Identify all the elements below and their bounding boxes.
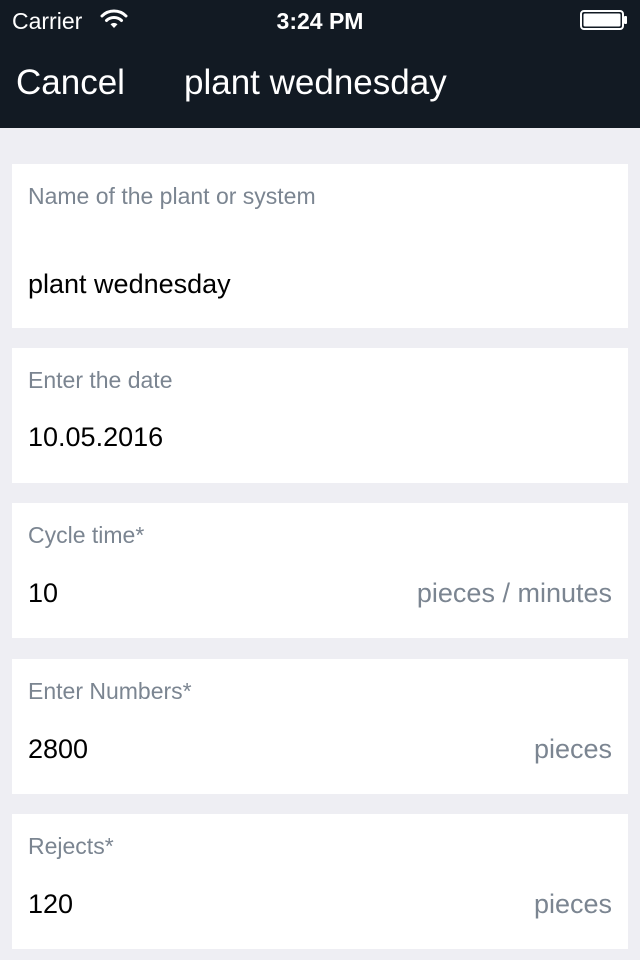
header: Carrier 3:24 PM Cancel plant wednesday bbox=[0, 0, 640, 128]
date-label: Enter the date bbox=[28, 367, 173, 393]
battery-icon bbox=[580, 10, 627, 30]
status-bar: Carrier 3:24 PM bbox=[0, 0, 640, 40]
numbers-label: Enter Numbers* bbox=[28, 678, 192, 704]
plant-name-input[interactable]: plant wednesday bbox=[28, 267, 231, 301]
numbers-field[interactable]: Enter Numbers* 2800 pieces bbox=[12, 659, 628, 794]
page-title: plant wednesday bbox=[184, 63, 447, 102]
date-field[interactable]: Enter the date 10.05.2016 bbox=[12, 348, 628, 483]
cycle-time-unit: pieces / minutes bbox=[416, 578, 612, 608]
rejects-label: Rejects* bbox=[28, 833, 114, 859]
status-time: 3:24 PM bbox=[276, 8, 364, 34]
cycle-time-input[interactable]: 10 bbox=[28, 576, 58, 610]
plant-name-field[interactable]: Name of the plant or system plant wednes… bbox=[12, 164, 628, 328]
navigation-bar: Cancel plant wednesday bbox=[0, 40, 640, 128]
rejects-field[interactable]: Rejects* 120 pieces bbox=[12, 814, 628, 949]
cycle-time-field[interactable]: Cycle time* 10 pieces / minutes bbox=[12, 503, 628, 638]
rejects-input[interactable]: 120 bbox=[28, 887, 73, 921]
numbers-unit: pieces bbox=[533, 734, 612, 764]
plant-name-label: Name of the plant or system bbox=[28, 183, 316, 209]
rejects-unit: pieces bbox=[533, 889, 612, 919]
cancel-button[interactable]: Cancel bbox=[16, 61, 125, 105]
cycle-time-label: Cycle time* bbox=[28, 522, 145, 548]
date-input[interactable]: 10.05.2016 bbox=[28, 420, 163, 454]
numbers-input[interactable]: 2800 bbox=[28, 732, 88, 766]
